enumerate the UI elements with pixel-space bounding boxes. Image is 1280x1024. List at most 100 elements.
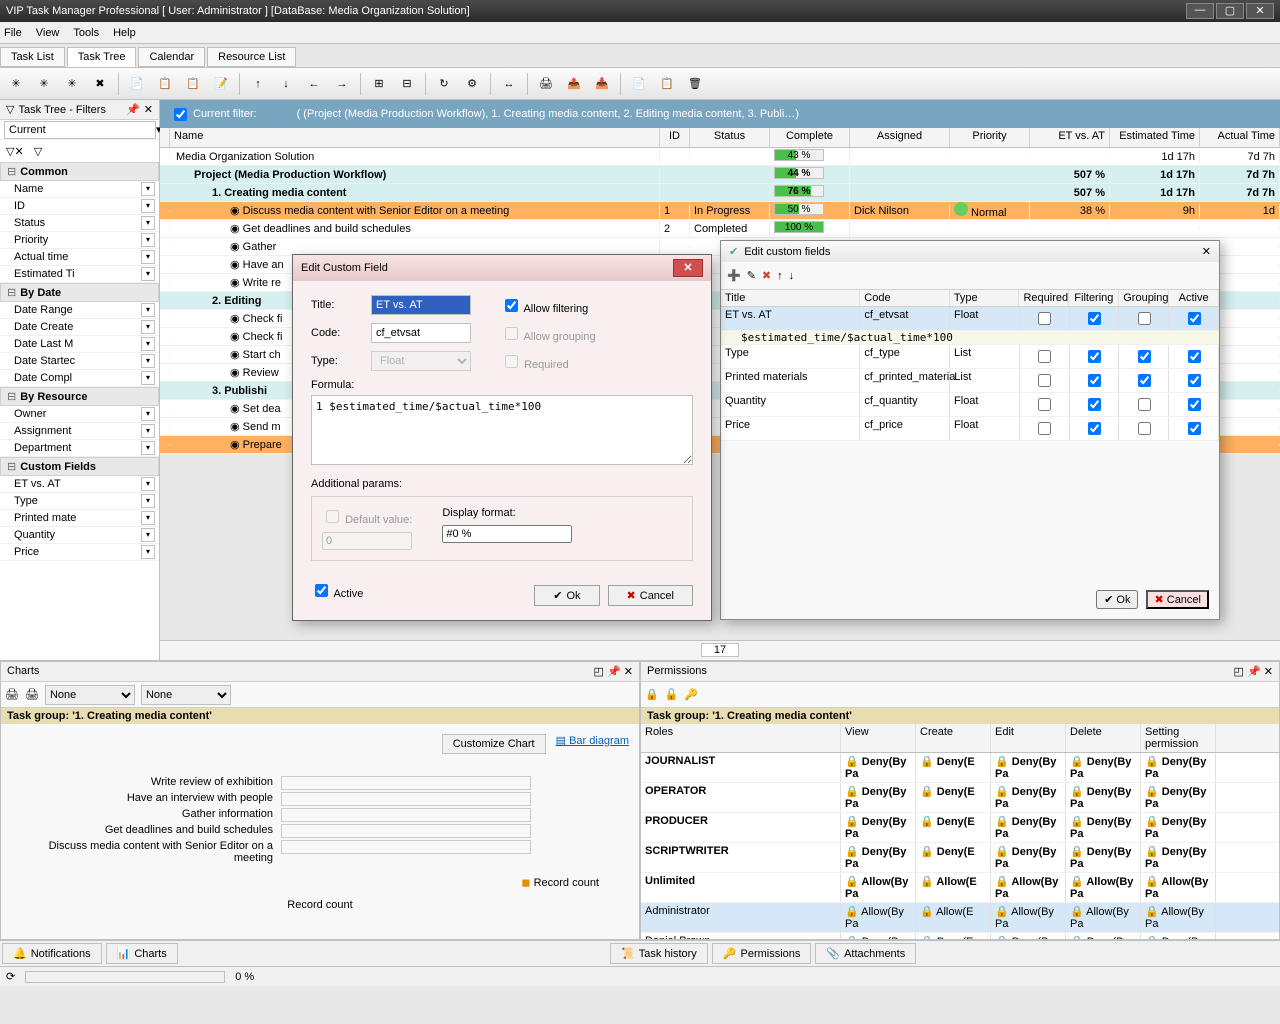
- tab-calendar[interactable]: Calendar: [138, 47, 205, 67]
- panel-collapse-icon[interactable]: ◰: [1234, 666, 1244, 678]
- cf-checkbox[interactable]: [1088, 422, 1101, 435]
- toolbar-btn-8[interactable]: 📝: [209, 72, 233, 96]
- modal-cancel-button[interactable]: ✖ Cancel: [608, 585, 693, 606]
- filter-row[interactable]: Date Range▾: [0, 302, 159, 319]
- filter-row[interactable]: Owner▾: [0, 406, 159, 423]
- dropdown-icon[interactable]: ▾: [141, 477, 155, 491]
- toolbar-refresh[interactable]: ↻: [432, 72, 456, 96]
- dropdown-icon[interactable]: ▾: [141, 511, 155, 525]
- cf-checkbox[interactable]: [1138, 374, 1151, 387]
- cf-row[interactable]: ET vs. ATcf_etvsatFloat: [721, 307, 1219, 331]
- btab-charts[interactable]: 📊 Charts: [106, 943, 178, 964]
- col-priority[interactable]: Priority: [950, 128, 1030, 147]
- pin-icon[interactable]: 📌: [126, 103, 140, 116]
- dropdown-icon[interactable]: ▾: [141, 216, 155, 230]
- minimize-button[interactable]: —: [1186, 3, 1214, 19]
- tab-task-tree[interactable]: Task Tree: [67, 47, 137, 67]
- dropdown-icon[interactable]: ▾: [141, 250, 155, 264]
- filter-row[interactable]: Name▾: [0, 181, 159, 198]
- perm-row[interactable]: PRODUCER🔒 Deny(By Pa🔒 Deny(E🔒 Deny(By Pa…: [641, 813, 1279, 843]
- unlock-icon[interactable]: 🔓: [665, 688, 679, 701]
- filter-row[interactable]: Assignment▾: [0, 423, 159, 440]
- filter-row[interactable]: Actual time▾: [0, 249, 159, 266]
- cf-checkbox[interactable]: [1138, 350, 1151, 363]
- toolbar-btn-6[interactable]: 📋: [153, 72, 177, 96]
- col-est[interactable]: Estimated Time: [1110, 128, 1200, 147]
- filter-row[interactable]: Date Last M▾: [0, 336, 159, 353]
- sidebar-group[interactable]: Custom Fields: [0, 457, 159, 476]
- sidebar-close-icon[interactable]: ✕: [144, 103, 153, 116]
- displayfmt-input[interactable]: [442, 525, 572, 543]
- toolbar-settings[interactable]: ⚙: [460, 72, 484, 96]
- filter-row[interactable]: Type▾: [0, 493, 159, 510]
- toolbar-import[interactable]: 📥: [590, 72, 614, 96]
- allow-filtering-checkbox[interactable]: [505, 299, 518, 312]
- toolbar-right[interactable]: →: [330, 72, 354, 96]
- cf-row[interactable]: Pricecf_priceFloat: [721, 417, 1219, 441]
- cf-checkbox[interactable]: [1038, 350, 1051, 363]
- cf-checkbox[interactable]: [1188, 350, 1201, 363]
- menu-file[interactable]: File: [4, 27, 22, 39]
- cf-col-grp[interactable]: Grouping: [1119, 290, 1169, 306]
- cf-checkbox[interactable]: [1038, 374, 1051, 387]
- dropdown-icon[interactable]: ▾: [141, 303, 155, 317]
- col-complete[interactable]: Complete: [770, 128, 850, 147]
- btab-attachments[interactable]: 📎 Attachments: [815, 943, 916, 964]
- filter-row[interactable]: Date Create▾: [0, 319, 159, 336]
- dropdown-icon[interactable]: ▾: [141, 182, 155, 196]
- maximize-button[interactable]: ▢: [1216, 3, 1244, 19]
- col-act[interactable]: Actual Time: [1200, 128, 1280, 147]
- modal-close-button[interactable]: ✕: [673, 259, 703, 277]
- filter-row[interactable]: Estimated Ti▾: [0, 266, 159, 283]
- menu-tools[interactable]: Tools: [73, 27, 99, 39]
- cf-checkbox[interactable]: [1188, 422, 1201, 435]
- delete-icon[interactable]: ✖: [762, 269, 771, 282]
- perm-row[interactable]: Unlimited🔒 Allow(By Pa🔒 Allow(E🔒 Allow(B…: [641, 873, 1279, 903]
- toolbar-left[interactable]: ←: [302, 72, 326, 96]
- charts-select-2[interactable]: None: [141, 685, 231, 705]
- toolbar-delete[interactable]: 🗑: [683, 72, 707, 96]
- perm-col-view[interactable]: View: [841, 724, 916, 752]
- cf-col-type[interactable]: Type: [950, 290, 1020, 306]
- filter-row[interactable]: Priority▾: [0, 232, 159, 249]
- panel-close-icon[interactable]: ✕: [1264, 666, 1273, 678]
- panel-pin-icon[interactable]: 📌: [607, 666, 621, 678]
- perm-row[interactable]: SCRIPTWRITER🔒 Deny(By Pa🔒 Deny(E🔒 Deny(B…: [641, 843, 1279, 873]
- lock-icon[interactable]: 🔒: [645, 688, 659, 701]
- cf-col-filt[interactable]: Filtering: [1069, 290, 1119, 306]
- perm-row[interactable]: OPERATOR🔒 Deny(By Pa🔒 Deny(E🔒 Deny(By Pa…: [641, 783, 1279, 813]
- dropdown-icon[interactable]: ▾: [141, 528, 155, 542]
- toolbar-down[interactable]: ↓: [274, 72, 298, 96]
- charts-select-1[interactable]: None: [45, 685, 135, 705]
- filter-row[interactable]: ID▾: [0, 198, 159, 215]
- key-icon[interactable]: 🔑: [684, 688, 698, 701]
- dropdown-icon[interactable]: ▾: [141, 407, 155, 421]
- toolbar-btn-2[interactable]: ✳: [32, 72, 56, 96]
- customize-chart-button[interactable]: Customize Chart: [442, 734, 546, 754]
- dropdown-icon[interactable]: ▾: [141, 320, 155, 334]
- active-checkbox[interactable]: [315, 584, 328, 597]
- modal-ok-button[interactable]: ✔ Ok: [534, 585, 599, 606]
- cf-col-code[interactable]: Code: [860, 290, 950, 306]
- toolbar-export[interactable]: 📤: [562, 72, 586, 96]
- movedown-icon[interactable]: ↓: [789, 270, 795, 282]
- toolbar-print[interactable]: 🖨: [534, 72, 558, 96]
- cf-checkbox[interactable]: [1088, 374, 1101, 387]
- toolbar-list[interactable]: 📋: [655, 72, 679, 96]
- filter-row[interactable]: Date Startec▾: [0, 353, 159, 370]
- col-status[interactable]: Status: [690, 128, 770, 147]
- cf-col-act[interactable]: Active: [1169, 290, 1219, 306]
- grid-row[interactable]: ◉ Get deadlines and build schedules2Comp…: [160, 220, 1280, 238]
- filter-row[interactable]: Status▾: [0, 215, 159, 232]
- menu-help[interactable]: Help: [113, 27, 136, 39]
- currentfilter-checkbox[interactable]: [174, 108, 187, 121]
- cf-row[interactable]: Typecf_typeList: [721, 345, 1219, 369]
- btab-permissions[interactable]: 🔑 Permissions: [712, 943, 812, 964]
- grid-row[interactable]: ◉ Discuss media content with Senior Edit…: [160, 202, 1280, 220]
- perm-col-setting[interactable]: Setting permission: [1141, 724, 1216, 752]
- cf-checkbox[interactable]: [1188, 398, 1201, 411]
- toolbar-btn-7[interactable]: 📋: [181, 72, 205, 96]
- modal2-close-icon[interactable]: ✕: [1202, 245, 1211, 258]
- print-icon[interactable]: 🖨: [5, 688, 19, 701]
- perm-col-create[interactable]: Create: [916, 724, 991, 752]
